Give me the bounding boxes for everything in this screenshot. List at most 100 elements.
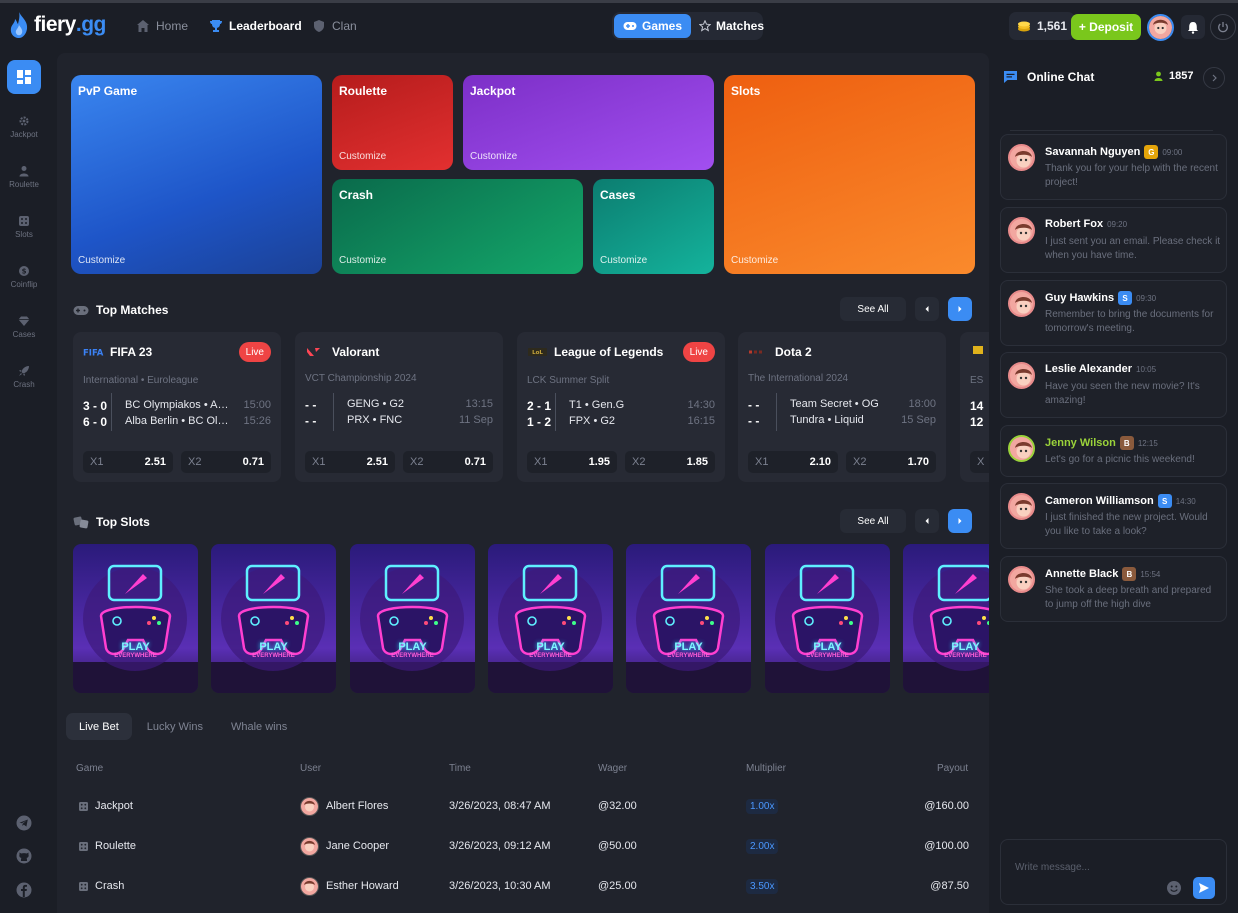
sidebar-item-crash[interactable]: Crash [0,365,48,405]
chat-username[interactable]: Leslie Alexander [1045,363,1132,375]
odds-x2-button[interactable]: X2 1.85 [625,451,715,473]
chat-username[interactable]: Cameron Williamson [1045,495,1154,507]
odds-x1-button[interactable]: X1 2.10 [748,451,838,473]
matches-see-all-button[interactable]: See All [840,297,906,321]
shield-icon [314,20,324,32]
match-row: 6 - 0 Alba Berlin • BC Ol… 15:26 [83,415,271,429]
chat-username[interactable]: Savannah Nguyen [1045,146,1140,158]
slot-thumbnail[interactable]: PLAY EVERYWHERE [73,544,198,693]
table-row[interactable]: Jackpot Albert Flores 3/26/2023, 08:47 A… [57,786,989,826]
tile-pvp-game[interactable]: PvP Game Customize [71,75,322,274]
customize-link[interactable]: Customize [339,151,386,162]
chat-username[interactable]: Guy Hawkins [1045,292,1114,304]
slots-see-all-button[interactable]: See All [840,509,906,533]
tile-slots[interactable]: Slots Customize [724,75,975,274]
deposit-button[interactable]: + Deposit [1071,14,1141,40]
customize-link[interactable]: Customize [78,255,125,266]
tile-roulette[interactable]: Roulette Customize [332,75,453,170]
chat-username[interactable]: Robert Fox [1045,218,1103,230]
avatar[interactable] [1008,144,1035,171]
rank-badge: G [1144,145,1159,159]
matches-toggle[interactable]: Matches [690,14,773,38]
tile-jackpot[interactable]: Jackpot Customize [463,75,714,170]
nav-clan[interactable]: Clan [312,15,357,37]
tab-whale-wins[interactable]: Whale wins [218,713,300,740]
slot-thumbnail[interactable]: PLAY EVERYWHERE [903,544,989,693]
slot-thumbnail[interactable]: PLAY EVERYWHERE [765,544,890,693]
table-row[interactable]: Roulette Jane Cooper 3/26/2023, 09:12 AM… [57,826,989,866]
chat-message: Cameron Williamson S 14:30 I just finished … [1000,483,1227,549]
sidebar-item-dashboard[interactable] [7,60,41,94]
chat-panel: Online Chat 1857 Savannah Nguyen G 09:00 Th… [990,53,1238,913]
chat-username[interactable]: Annette Black [1045,568,1118,580]
tile-cases[interactable]: Cases Customize [593,179,714,274]
rocket-icon [19,366,29,376]
chat-collapse-button[interactable] [1203,67,1225,89]
chevron-right-icon [958,306,962,312]
odds-x1-button[interactable]: X [970,451,989,473]
customize-link[interactable]: Customize [470,151,517,162]
slot-thumbnail[interactable]: PLAY EVERYWHERE [488,544,613,693]
telegram-icon[interactable] [16,815,32,831]
match-card[interactable]: FIFA FIFA 23 Live International • Eurole… [73,332,281,482]
logout-button[interactable] [1210,14,1236,40]
slots-prev-button[interactable] [915,509,939,533]
nav-home[interactable]: Home [136,15,188,37]
sidebar-item-roulette[interactable]: Roulette [0,165,48,205]
table-row[interactable]: Crash Esther Howard 3/26/2023, 10:30 AM … [57,866,989,906]
notifications-button[interactable] [1181,15,1205,39]
odds-x1-button[interactable]: X1 1.95 [527,451,617,473]
odds-x2-button[interactable]: X2 1.70 [846,451,936,473]
matches-prev-button[interactable] [915,297,939,321]
gem-icon [18,316,30,326]
chat-username[interactable]: Jenny Wilson [1045,437,1116,449]
logo[interactable]: fiery.gg [8,10,106,40]
odds-x1-button[interactable]: X1 2.51 [83,451,173,473]
odds-x2-button[interactable]: X2 0.71 [181,451,271,473]
slot-play-label: PLAY [259,641,288,653]
tab-live-bet[interactable]: Live Bet [66,713,132,740]
customize-link[interactable]: Customize [339,255,386,266]
slot-thumbnail[interactable]: PLAY EVERYWHERE [626,544,751,693]
avatar[interactable] [1008,290,1035,317]
odds-x1-button[interactable]: X1 2.51 [305,451,395,473]
chat-time: 12:15 [1137,438,1158,448]
nav-leaderboard[interactable]: Leaderboard [209,15,302,37]
message-input[interactable]: Write message... [1015,862,1090,873]
match-card[interactable]: LoL League of Legends Live LCK Summer Sp… [517,332,725,482]
games-toggle[interactable]: Games [614,14,692,38]
avatar[interactable] [1008,435,1035,462]
match-card[interactable]: Dota 2 The International 2024 - - Team Se… [738,332,946,482]
user-avatar[interactable] [1147,14,1174,41]
slot-thumbnail[interactable]: PLAY EVERYWHERE [211,544,336,693]
match-card[interactable]: ES 14 12 X [960,332,989,482]
chat-time: 09:00 [1162,147,1183,157]
customize-link[interactable]: Customize [731,255,778,266]
slot-play-label: PLAY [121,641,150,653]
customize-link[interactable]: Customize [600,255,647,266]
matches-next-button[interactable] [948,297,972,321]
multiplier-badge: 2.00x [746,838,779,854]
sidebar-item-jackpot[interactable]: Jackpot [0,115,48,155]
send-button[interactable] [1193,877,1215,899]
slot-thumbnail[interactable]: PLAY EVERYWHERE [350,544,475,693]
avatar[interactable] [1008,217,1035,244]
sidebar-item-cases[interactable]: Cases [0,315,48,355]
sidebar-item-coinflip[interactable]: $ Coinflip [0,265,48,305]
odds-x2-button[interactable]: X2 0.71 [403,451,493,473]
emoji-icon[interactable] [1165,879,1183,897]
tab-lucky-wins[interactable]: Lucky Wins [134,713,216,740]
facebook-icon[interactable] [16,882,32,898]
avatar[interactable] [1008,362,1035,389]
slot-artwork [765,544,890,693]
github-icon[interactable] [16,848,32,864]
chat-time: 09:30 [1136,293,1157,303]
sidebar-item-slots[interactable]: Slots [0,215,48,255]
avatar[interactable] [1008,493,1035,520]
slots-next-button[interactable] [948,509,972,533]
avatar[interactable] [1008,566,1035,593]
match-card[interactable]: Valorant VCT Championship 2024 - - GENG •… [295,332,503,482]
chat-time: 15:54 [1140,569,1161,579]
tile-crash[interactable]: Crash Customize [332,179,583,274]
balance[interactable]: 1,561 [1009,12,1076,40]
